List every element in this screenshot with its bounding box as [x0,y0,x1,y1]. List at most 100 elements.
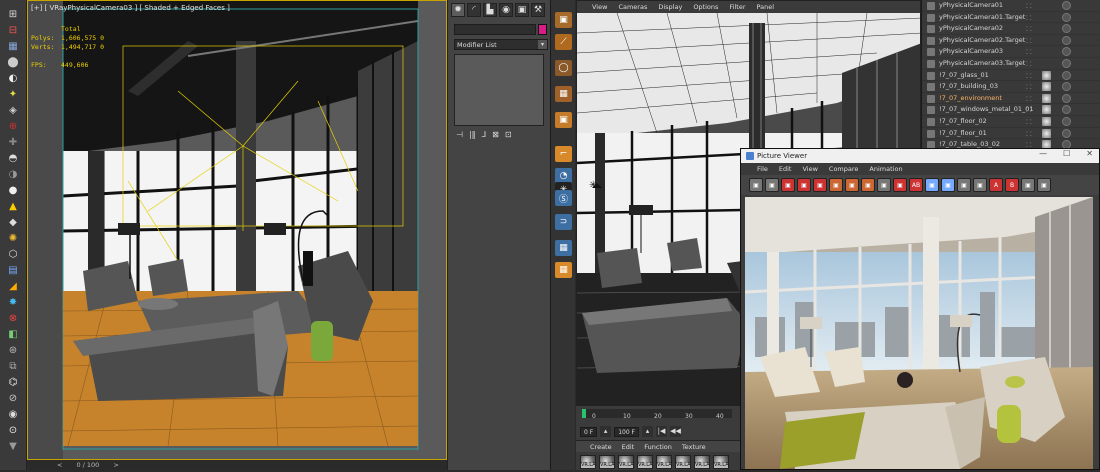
material-tag-icon[interactable] [1042,70,1051,80]
stack-tool-icon[interactable]: ⊠ [492,130,499,139]
max-tool-icon[interactable]: ⊙ [4,422,22,438]
object-row[interactable]: !7_07_windows_metal_01_01 ⁚ ⁚ [922,104,1100,116]
max-tool-icon[interactable]: ✦ [4,86,22,102]
goto-start-button[interactable]: |◀ [656,426,667,437]
time-slider-prev[interactable]: < [57,461,62,469]
time-slider-next[interactable]: > [113,461,118,469]
object-row[interactable]: !7_07_floor_01 ⁚ ⁚ [922,128,1100,140]
picture-viewer-tool-icon[interactable]: ▣ [957,178,971,192]
max-tool-icon[interactable]: ✸ [4,294,22,310]
target-tag-icon[interactable] [1062,12,1071,22]
material-swatch[interactable]: VR.LA [599,455,615,469]
target-tag-icon[interactable] [1062,47,1071,57]
texture-tag-icon[interactable] [1062,140,1071,148]
max-tool-icon[interactable]: ✚ [4,134,22,150]
command-panel-tab[interactable]: ◜ [467,3,481,17]
object-row[interactable]: !7_07_glass_01 ⁚ ⁚ [922,70,1100,82]
max-tool-icon[interactable]: ⊘ [4,390,22,406]
max-tool-icon[interactable]: ⌬ [4,374,22,390]
object-row[interactable]: !7_07_table_03_02 ⁚ ⁚ [922,139,1100,148]
picture-viewer-tool-icon[interactable]: ▣ [797,178,811,192]
picture-viewer-tool-icon[interactable]: ▣ [1021,178,1035,192]
c4d-tool-icon[interactable]: ▦ [555,86,572,102]
timeline-playhead[interactable] [582,409,586,418]
material-tag-icon[interactable] [1042,128,1051,138]
material-menu-edit[interactable]: Edit [622,443,635,451]
max-tool-icon[interactable]: ⊟ [4,22,22,38]
viewport-menu-panel[interactable]: Panel [757,3,775,11]
viewport-menu-view[interactable]: View [592,3,607,11]
picture-viewer-tool-icon[interactable]: ▣ [765,178,779,192]
picture-viewer-titlebar[interactable]: Picture Viewer — ☐ ✕ [741,149,1099,163]
material-swatch[interactable]: VR.LA [637,455,653,469]
object-row[interactable]: yPhysicalCamera02 ⁚ ⁚ [922,23,1100,35]
picture-viewer-menu-edit[interactable]: Edit [779,165,792,173]
max-tool-icon[interactable]: ◆ [4,214,22,230]
target-tag-icon[interactable] [1062,1,1071,10]
material-tag-icon[interactable] [1042,93,1051,103]
viewport-menu-options[interactable]: Options [693,3,718,11]
max-tool-icon[interactable]: ⊗ [4,310,22,326]
max-tool-icon[interactable]: ⊞ [4,6,22,22]
picture-viewer-tool-icon[interactable]: ▣ [925,178,939,192]
texture-tag-icon[interactable] [1062,128,1071,138]
c4d-tool-icon[interactable]: Ⓢ [555,190,572,206]
picture-viewer-tool-icon[interactable]: ▣ [1037,178,1051,192]
viewport-label[interactable]: [+] [ VRayPhysicalCamera03 ] [ Shaded + … [31,4,230,12]
command-panel-tab[interactable]: ⚒ [531,3,545,17]
max-tool-icon[interactable]: ✺ [4,230,22,246]
c4d-tool-icon[interactable]: ▦ [555,262,572,278]
timeline-bar[interactable]: 0 10 20 30 40 [582,409,732,420]
texture-tag-icon[interactable] [1062,105,1071,115]
minimize-icon[interactable]: — [1039,149,1047,158]
stack-tool-icon[interactable]: ⅃ [482,130,486,139]
max-time-slider[interactable]: < 0 / 100 > [27,460,447,470]
modifier-stack[interactable] [454,54,544,126]
object-row[interactable]: yPhysicalCamera03.Target ⁚ ⁚ [922,58,1100,70]
chevron-down-icon[interactable]: ▾ [538,40,547,49]
material-menu-create[interactable]: Create [590,443,612,451]
material-swatch[interactable]: VR.LA [694,455,710,469]
viewport-menu-display[interactable]: Display [658,3,682,11]
c4d-tool-icon[interactable]: ▣ [555,112,572,128]
command-panel-tab[interactable]: ▣ [515,3,529,17]
close-icon[interactable]: ✕ [1086,149,1093,158]
target-tag-icon[interactable] [1062,58,1071,68]
texture-tag-icon[interactable] [1062,70,1071,80]
picture-viewer-tool-icon[interactable]: ▣ [877,178,891,192]
picture-viewer-tool-icon[interactable]: AB [909,178,923,192]
material-tag-icon[interactable] [1042,140,1051,148]
material-swatch[interactable]: VR.LA [656,455,672,469]
max-tool-icon[interactable]: ◈ [4,102,22,118]
object-color-swatch[interactable] [538,24,547,35]
picture-viewer-tool-icon[interactable]: ▣ [861,178,875,192]
material-menu-texture[interactable]: Texture [682,443,706,451]
object-row[interactable]: yPhysicalCamera01.Target ⁚ ⁚ [922,12,1100,24]
c4d-tool-icon[interactable]: ▣ [555,12,572,28]
material-swatch[interactable]: VR.LA [618,455,634,469]
object-row[interactable]: yPhysicalCamera03 ⁚ ⁚ [922,46,1100,58]
c4d-tool-icon[interactable]: ▦ [555,240,572,256]
stepper-icon[interactable]: ▴ [642,426,653,437]
picture-viewer-tool-icon[interactable]: ▣ [893,178,907,192]
c4d-tool-icon[interactable]: ◯ [555,60,572,76]
object-row[interactable]: !7_07_floor_02 ⁚ ⁚ [922,116,1100,128]
material-menu-function[interactable]: Function [644,443,672,451]
picture-viewer-menu-animation[interactable]: Animation [869,165,902,173]
object-row[interactable]: !7_07_environment ⁚ ⁚ [922,93,1100,105]
picture-viewer-tool-icon[interactable]: ▣ [781,178,795,192]
object-row[interactable]: yPhysicalCamera01 ⁚ ⁚ [922,0,1100,12]
picture-viewer-menu-view[interactable]: View [802,165,817,173]
max-tool-icon[interactable]: ◐ [4,70,22,86]
c4d-tool-icon[interactable]: ⌐ [555,146,572,162]
picture-viewer-menu-compare[interactable]: Compare [829,165,859,173]
texture-tag-icon[interactable] [1062,116,1071,126]
c4d-timeline[interactable]: 0 10 20 30 40 0 F ▴ 100 F ▴ |◀ ◀◀ [576,405,740,440]
viewport-menu-filter[interactable]: Filter [729,3,745,11]
target-tag-icon[interactable] [1062,35,1071,45]
max-tool-icon[interactable]: ◉ [4,406,22,422]
max-tool-icon[interactable]: ▲ [4,198,22,214]
max-tool-icon[interactable]: ⬡ [4,246,22,262]
picture-viewer-tool-icon[interactable]: ▣ [829,178,843,192]
max-tool-icon[interactable]: ◓ [4,150,22,166]
